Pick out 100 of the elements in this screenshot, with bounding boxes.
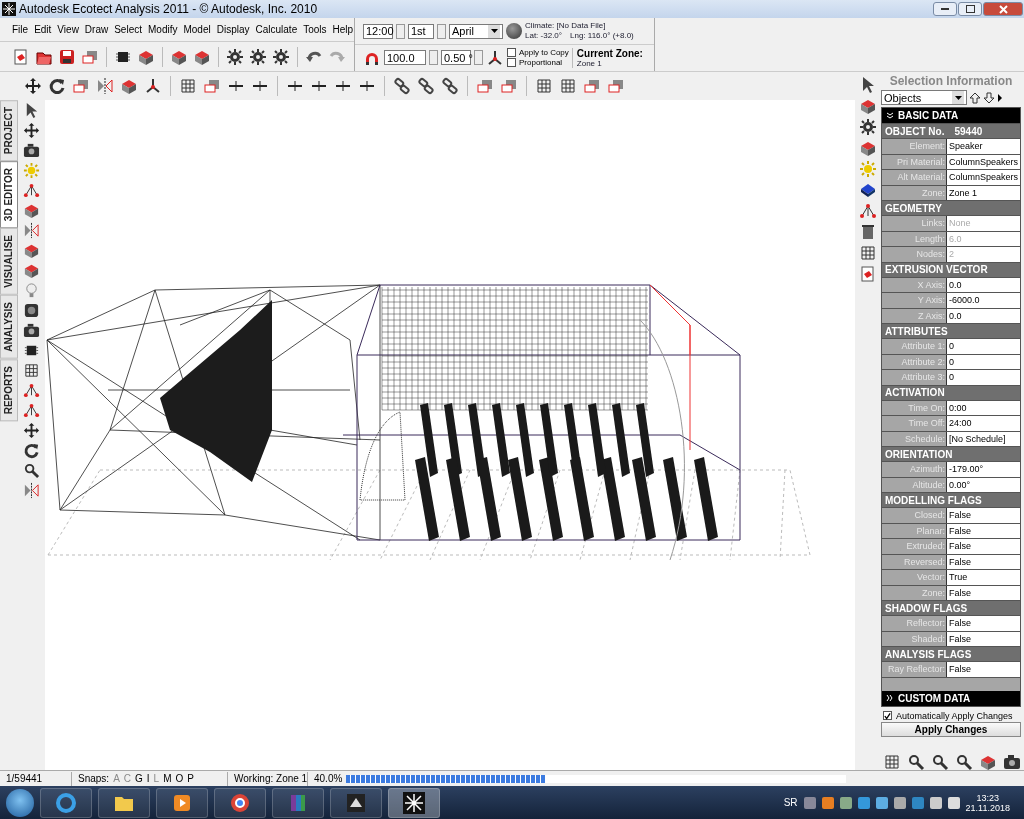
menu-item[interactable]: Edit bbox=[34, 24, 52, 35]
snap-toggle[interactable]: P bbox=[187, 773, 194, 784]
grid-icon[interactable] bbox=[179, 77, 197, 95]
camera-icon[interactable] bbox=[23, 322, 40, 339]
property-value[interactable]: Speaker bbox=[947, 139, 1020, 154]
group-header[interactable]: BASIC DATA bbox=[882, 108, 1020, 123]
side-tab[interactable]: REPORTS bbox=[0, 358, 18, 422]
menu-item[interactable]: Tools bbox=[303, 24, 327, 35]
cube-icon[interactable] bbox=[859, 139, 877, 157]
mirror-icon[interactable] bbox=[23, 222, 40, 239]
scale-field[interactable]: 100.0 bbox=[384, 50, 426, 65]
menu-item[interactable]: Modify bbox=[148, 24, 178, 35]
tray-icon[interactable] bbox=[857, 796, 870, 809]
checkbox[interactable] bbox=[883, 711, 892, 720]
move-icon[interactable] bbox=[23, 422, 40, 439]
clock-time[interactable]: 13:23 bbox=[976, 792, 1000, 803]
cube-icon[interactable] bbox=[23, 262, 40, 279]
month-dropdown[interactable]: April bbox=[449, 23, 503, 39]
menu-item[interactable]: Help bbox=[332, 24, 354, 35]
taskbar-app[interactable] bbox=[98, 787, 150, 818]
keyboard-icon[interactable] bbox=[803, 796, 816, 809]
nodes-icon[interactable] bbox=[23, 402, 40, 419]
zoom-icon[interactable] bbox=[907, 752, 925, 771]
start-button[interactable] bbox=[6, 788, 34, 817]
property-value[interactable]: Zone 1 bbox=[947, 185, 1020, 200]
chain-link-icon[interactable] bbox=[393, 77, 411, 95]
time-field[interactable]: 12:00 bbox=[363, 23, 393, 39]
gear-icon[interactable] bbox=[272, 47, 290, 66]
filter-dropdown[interactable]: Objects bbox=[881, 90, 967, 105]
down-arrow-icon[interactable] bbox=[983, 91, 995, 104]
taskbar-app[interactable] bbox=[388, 787, 440, 818]
side-tab[interactable]: ANALYSIS bbox=[0, 295, 18, 359]
property-value[interactable]: 0.00° bbox=[947, 477, 1020, 492]
property-value[interactable]: 0.0 bbox=[947, 277, 1020, 292]
rectangle-icon[interactable] bbox=[72, 77, 90, 95]
trash-icon[interactable] bbox=[859, 223, 877, 241]
property-value[interactable]: 0 bbox=[947, 370, 1020, 385]
taskbar-app[interactable] bbox=[330, 787, 382, 818]
language-indicator[interactable]: SR bbox=[783, 797, 798, 808]
property-value[interactable]: 24:00 bbox=[947, 416, 1020, 431]
right-arrow-icon[interactable] bbox=[997, 93, 1003, 102]
property-value[interactable]: False bbox=[947, 539, 1020, 554]
chevron-icon[interactable] bbox=[886, 111, 894, 120]
cube-icon[interactable] bbox=[23, 202, 40, 219]
move-icon[interactable] bbox=[23, 122, 40, 139]
property-value[interactable]: [No Schedule] bbox=[947, 431, 1020, 446]
menu-item[interactable]: View bbox=[57, 24, 79, 35]
new-file-icon[interactable] bbox=[859, 265, 877, 283]
menu-item[interactable]: Select bbox=[114, 24, 142, 35]
rotate-icon[interactable] bbox=[23, 442, 40, 459]
grid-icon[interactable] bbox=[559, 77, 577, 95]
network-icon[interactable] bbox=[929, 796, 942, 809]
property-value[interactable]: 0:00 bbox=[947, 400, 1020, 415]
property-value[interactable]: ColumnSpeakers bbox=[947, 170, 1020, 185]
property-value[interactable]: False bbox=[947, 508, 1020, 523]
camera-icon[interactable] bbox=[1003, 752, 1021, 771]
nodes-icon[interactable] bbox=[23, 382, 40, 399]
tray-icon[interactable] bbox=[839, 796, 852, 809]
property-value[interactable]: 0 bbox=[947, 339, 1020, 354]
property-value[interactable]: False bbox=[947, 554, 1020, 569]
apply-changes-button[interactable]: Apply Changes bbox=[881, 721, 1021, 737]
property-value[interactable]: -6000.0 bbox=[947, 293, 1020, 308]
move-icon[interactable] bbox=[24, 77, 42, 95]
property-value[interactable]: 0.0 bbox=[947, 308, 1020, 323]
property-value[interactable]: False bbox=[947, 585, 1020, 600]
snap-toggle[interactable]: G bbox=[135, 773, 143, 784]
property-value[interactable]: False bbox=[947, 523, 1020, 538]
rectangle-icon[interactable] bbox=[476, 77, 494, 95]
property-value[interactable]: ColumnSpeakers bbox=[947, 154, 1020, 169]
globe-icon[interactable] bbox=[506, 23, 522, 39]
grid-icon[interactable] bbox=[883, 752, 901, 771]
cube-icon[interactable] bbox=[859, 97, 877, 115]
save-icon[interactable] bbox=[58, 47, 76, 66]
nodes-icon[interactable] bbox=[23, 182, 40, 199]
rectangle-icon[interactable] bbox=[583, 77, 601, 95]
property-value[interactable]: False bbox=[947, 616, 1020, 631]
side-tab[interactable]: 3D EDITOR bbox=[0, 161, 18, 229]
tray-icon[interactable] bbox=[875, 796, 888, 809]
grid-icon[interactable] bbox=[859, 244, 877, 262]
angle-field[interactable]: 0.50 ° bbox=[441, 50, 471, 65]
chain-link-icon[interactable] bbox=[417, 77, 435, 95]
cube-icon[interactable] bbox=[859, 181, 877, 199]
axes-icon[interactable] bbox=[486, 48, 504, 67]
snap-toggle[interactable]: I bbox=[146, 773, 150, 784]
zoom-icon[interactable] bbox=[955, 752, 973, 771]
checkbox[interactable] bbox=[507, 58, 516, 67]
property-value[interactable]: False bbox=[947, 631, 1020, 646]
snap-toggle[interactable]: M bbox=[163, 773, 172, 784]
speaker-icon[interactable] bbox=[23, 302, 40, 319]
grid-icon[interactable] bbox=[23, 362, 40, 379]
tray-icon[interactable] bbox=[893, 796, 906, 809]
clock-date[interactable]: 21.11.2018 bbox=[965, 802, 1010, 813]
volume-icon[interactable] bbox=[947, 796, 960, 809]
taskbar-app[interactable] bbox=[214, 787, 266, 818]
zoom-icon[interactable] bbox=[931, 752, 949, 771]
cube-icon[interactable] bbox=[23, 242, 40, 259]
gear-icon[interactable] bbox=[249, 47, 267, 66]
minimize-button[interactable] bbox=[933, 2, 957, 16]
property-value[interactable]: 0 bbox=[947, 354, 1020, 369]
axes-icon[interactable] bbox=[144, 77, 162, 95]
